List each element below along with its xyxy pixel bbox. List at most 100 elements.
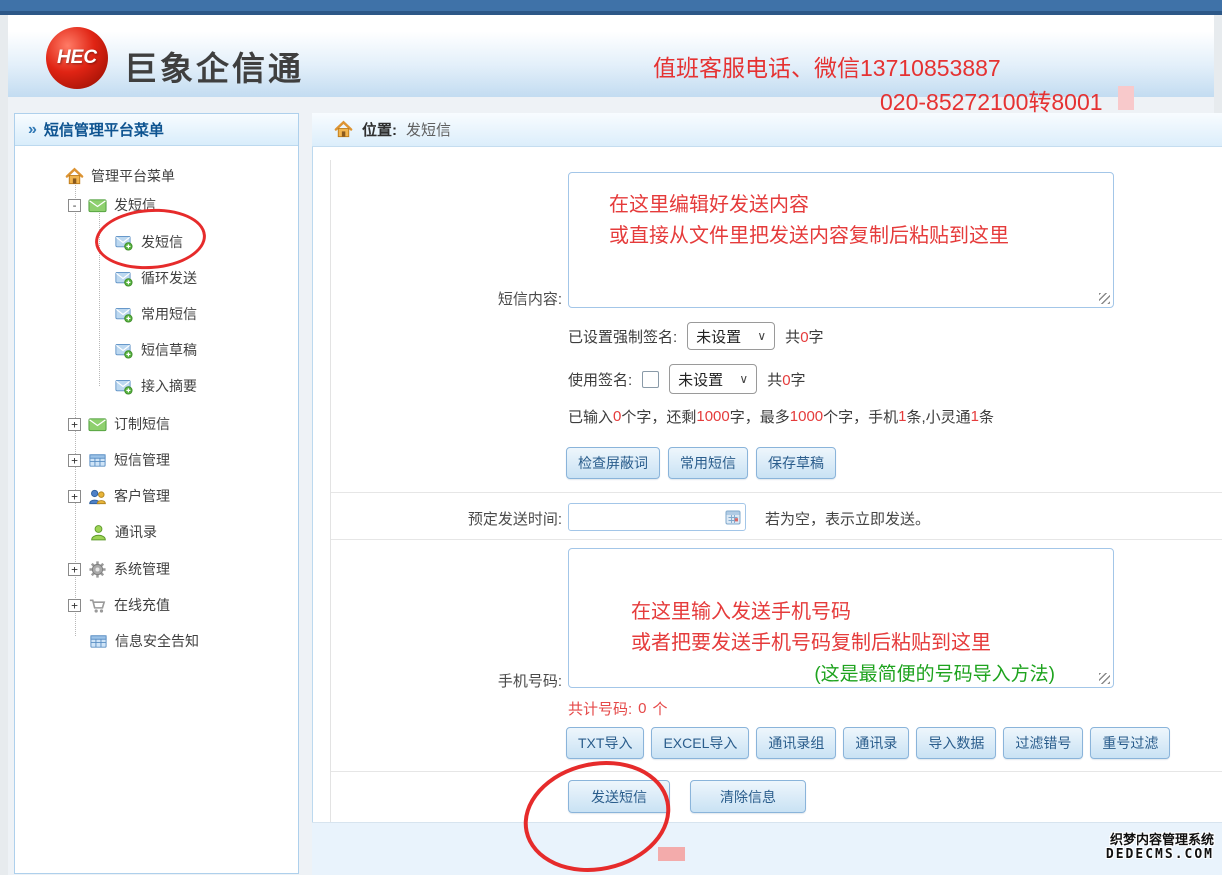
forced-signature-value: 未设置 bbox=[696, 326, 741, 347]
footer-band bbox=[312, 822, 1222, 875]
schedule-time-input[interactable] bbox=[568, 503, 746, 531]
use-signature-row: 使用签名: 未设置 ∨ 共0字 bbox=[568, 364, 806, 394]
redaction-mark-top bbox=[1118, 86, 1134, 110]
sidebar-item-label: 短信管理 bbox=[114, 450, 170, 470]
use-signature-select[interactable]: 未设置 ∨ bbox=[669, 364, 757, 394]
page: HEC 巨象企信通 值班客服电话、微信13710853887 020-85272… bbox=[0, 0, 1222, 875]
collapse-icon[interactable]: - bbox=[68, 199, 81, 212]
forced-signature-count: 共0字 bbox=[785, 326, 823, 347]
phone-hint-line2: 或者把要发送手机号码复制后粘贴到这里 bbox=[631, 628, 1103, 659]
import-data-button[interactable]: 导入数据 bbox=[916, 727, 996, 759]
mail-add-icon bbox=[115, 341, 134, 360]
separator bbox=[331, 492, 1222, 493]
sidebar-item-label: 循环发送 bbox=[141, 268, 197, 288]
mail-icon bbox=[88, 196, 107, 215]
house-icon bbox=[65, 167, 84, 186]
use-signature-checkbox[interactable] bbox=[642, 371, 659, 388]
hec-logo-text: HEC bbox=[57, 47, 97, 69]
expand-icon[interactable]: + bbox=[68, 563, 81, 576]
phone-hint-line3: (这是最简便的号码导入方法) bbox=[631, 659, 1103, 686]
contacts-button[interactable]: 通讯录 bbox=[843, 727, 909, 759]
use-signature-value: 未设置 bbox=[678, 369, 723, 390]
check-blocked-words-button[interactable]: 检查屏蔽词 bbox=[566, 447, 660, 479]
sidebar-item-security-notice[interactable]: 信息安全告知 bbox=[89, 629, 199, 653]
sidebar-item-online-recharge[interactable]: + 在线充值 bbox=[68, 593, 170, 617]
sidebar-item-label: 通讯录 bbox=[115, 522, 157, 542]
home-icon bbox=[334, 120, 353, 139]
sidebar-item-label: 短信草稿 bbox=[141, 340, 197, 360]
filter-wrong-numbers-button[interactable]: 过滤错号 bbox=[1003, 727, 1083, 759]
total-numbers-suffix: 个 bbox=[653, 698, 668, 719]
chevron-down-icon: ∨ bbox=[757, 329, 766, 343]
expand-icon[interactable]: + bbox=[68, 599, 81, 612]
hec-logo: HEC bbox=[46, 27, 108, 89]
mail-add-icon bbox=[115, 377, 134, 396]
sidebar-item-label: 信息安全告知 bbox=[115, 631, 199, 651]
forced-signature-row: 已设置强制签名: 未设置 ∨ 共0字 bbox=[568, 322, 824, 350]
chevron-down-icon: ∨ bbox=[739, 372, 748, 386]
mail-add-icon bbox=[115, 269, 134, 288]
mail-icon bbox=[88, 415, 107, 434]
content-button-row: 检查屏蔽词 常用短信 保存草稿 bbox=[566, 447, 836, 479]
form-left-border bbox=[330, 160, 331, 822]
save-draft-button[interactable]: 保存草稿 bbox=[756, 447, 836, 479]
sidebar-item-label: 接入摘要 bbox=[141, 376, 197, 396]
cart-icon bbox=[88, 596, 107, 615]
gear-icon bbox=[88, 560, 107, 579]
sidebar-item-sms-draft[interactable]: 短信草稿 bbox=[115, 338, 197, 362]
sms-content-hint-line2: 或直接从文件里把发送内容复制后粘贴到这里 bbox=[609, 221, 1103, 252]
sidebar-item-label: 在线充值 bbox=[114, 595, 170, 615]
top-bar bbox=[0, 0, 1222, 11]
sidebar-item-contacts[interactable]: 通讯录 bbox=[89, 520, 157, 544]
sidebar-item-sms-management[interactable]: + 短信管理 bbox=[68, 448, 170, 472]
sms-content-hint-line1: 在这里编辑好发送内容 bbox=[609, 190, 1103, 221]
phone-hint-line1: 在这里输入发送手机号码 bbox=[631, 597, 1103, 628]
table-icon bbox=[88, 451, 107, 470]
contact-phone-line2: 020-85272100转8001 bbox=[880, 83, 1103, 117]
sidebar-item-label: 订制短信 bbox=[114, 414, 170, 434]
use-signature-label: 使用签名: bbox=[568, 369, 632, 390]
double-chevron-icon: » bbox=[28, 121, 37, 139]
resize-handle-icon[interactable] bbox=[1099, 673, 1110, 684]
sidebar-item-customer-management[interactable]: + 客户管理 bbox=[68, 484, 170, 508]
calendar-icon[interactable] bbox=[725, 509, 741, 525]
sms-content-textarea[interactable]: 在这里编辑好发送内容 或直接从文件里把发送内容复制后粘贴到这里 bbox=[568, 172, 1114, 308]
users-icon bbox=[88, 487, 107, 506]
expand-icon[interactable]: + bbox=[68, 490, 81, 503]
expand-icon[interactable]: + bbox=[68, 454, 81, 467]
phone-numbers-textarea[interactable]: 在这里输入发送手机号码 或者把要发送手机号码复制后粘贴到这里 (这是最简便的号码… bbox=[568, 548, 1114, 688]
sidebar-item-system-management[interactable]: + 系统管理 bbox=[68, 557, 170, 581]
clear-info-button[interactable]: 清除信息 bbox=[690, 780, 806, 813]
sidebar-item-custom-sms[interactable]: + 订制短信 bbox=[68, 412, 170, 436]
contact-group-button[interactable]: 通讯录组 bbox=[756, 727, 836, 759]
sidebar-item-common-sms[interactable]: 常用短信 bbox=[115, 302, 197, 326]
table-icon bbox=[89, 632, 108, 651]
forced-signature-label: 已设置强制签名: bbox=[568, 326, 677, 347]
sidebar-item-access-summary[interactable]: 接入摘要 bbox=[115, 374, 197, 398]
mail-add-icon bbox=[115, 305, 134, 324]
common-sms-button[interactable]: 常用短信 bbox=[668, 447, 748, 479]
sidebar-item-loop-send[interactable]: 循环发送 bbox=[115, 266, 197, 290]
total-numbers-count: 0 bbox=[638, 700, 646, 717]
cms-watermark-line2: DEDECMS.COM bbox=[1106, 847, 1214, 862]
forced-signature-select[interactable]: 未设置 ∨ bbox=[687, 322, 775, 350]
cms-watermark-line1: 织梦内容管理系统 bbox=[1106, 832, 1214, 847]
redaction-mark-bottom bbox=[658, 847, 685, 861]
sidebar-item-label: 管理平台菜单 bbox=[91, 166, 175, 186]
sidebar-item-platform-menu[interactable]: 管理平台菜单 bbox=[65, 164, 175, 188]
sidebar-item-label: 常用短信 bbox=[141, 304, 197, 324]
char-counter-line: 已输入0个字，还剩1000字，最多1000个字，手机1条,小灵通1条 bbox=[568, 406, 994, 427]
phone-button-row: TXT导入 EXCEL导入 通讯录组 通讯录 导入数据 过滤错号 重号过滤 bbox=[566, 727, 1170, 759]
dedupe-numbers-button[interactable]: 重号过滤 bbox=[1090, 727, 1170, 759]
expand-icon[interactable]: + bbox=[68, 418, 81, 431]
brand-title: 巨象企信通 bbox=[124, 42, 304, 90]
separator bbox=[331, 539, 1222, 540]
separator bbox=[331, 771, 1222, 772]
total-numbers-line: 共计号码: 0 个 bbox=[568, 698, 668, 719]
contact-phone-line1: 值班客服电话、微信13710853887 bbox=[653, 49, 1001, 83]
sidebar-title: 短信管理平台菜单 bbox=[44, 119, 164, 140]
breadcrumb-label: 位置: bbox=[362, 119, 397, 140]
txt-import-button[interactable]: TXT导入 bbox=[566, 727, 644, 759]
resize-handle-icon[interactable] bbox=[1099, 293, 1110, 304]
excel-import-button[interactable]: EXCEL导入 bbox=[651, 727, 749, 759]
